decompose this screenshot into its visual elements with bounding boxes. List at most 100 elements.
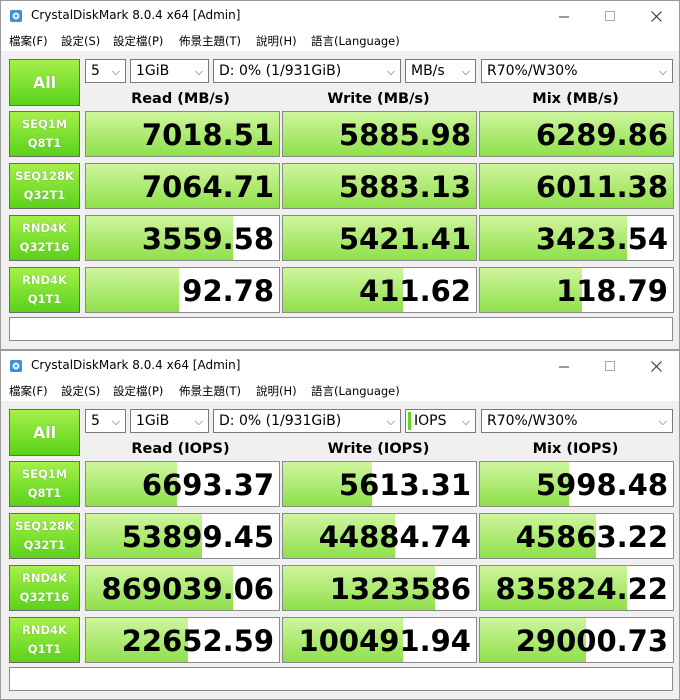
result-value: 6289.86 <box>535 118 668 152</box>
read-header: Read (IOPS) <box>131 441 230 457</box>
test-button-seq1m[interactable]: SEQ1M Q8T1 <box>9 461 80 507</box>
mix-ratio-select[interactable]: R70%/W30% ⌵ <box>481 59 673 83</box>
chevron-down-icon: ⌵ <box>658 65 667 78</box>
drive-value: D: 0% (1/931GiB) <box>219 413 342 429</box>
menu-language[interactable]: 語言(Language) <box>311 383 400 399</box>
mix-result-cell: 29000.73 <box>479 617 674 663</box>
close-icon <box>650 360 662 372</box>
maximize-button[interactable] <box>587 351 633 381</box>
unit-select[interactable]: MB/s ⌵ <box>405 59 476 83</box>
menu-settings[interactable]: 設定(S) <box>61 33 100 49</box>
read-result-cell: 6693.37 <box>85 461 280 507</box>
window-title: CrystalDiskMark 8.0.4 x64 [Admin] <box>31 8 241 22</box>
minimize-button[interactable] <box>541 1 587 31</box>
title-bar[interactable]: CrystalDiskMark 8.0.4 x64 [Admin] <box>1 1 679 31</box>
menu-help[interactable]: 說明(H) <box>256 33 297 49</box>
result-value: 100491.94 <box>298 624 471 658</box>
test-size-select[interactable]: 1GiB ⌵ <box>130 59 209 83</box>
comment-field[interactable] <box>9 667 673 691</box>
result-value: 7064.71 <box>141 170 274 204</box>
unit-value: MB/s <box>411 63 445 79</box>
test-label-line1: SEQ1M <box>21 467 68 481</box>
drive-select[interactable]: D: 0% (1/931GiB) ⌵ <box>213 59 401 83</box>
test-button-rnd4k-q32t16[interactable]: RND4K Q32T16 <box>9 565 80 611</box>
menu-theme[interactable]: 佈景主題(T) <box>179 383 241 399</box>
read-result-cell: 869039.06 <box>85 565 280 611</box>
menu-file[interactable]: 檔案(F) <box>9 383 48 399</box>
result-value: 5421.41 <box>338 222 471 256</box>
result-value: 45863.22 <box>515 520 668 554</box>
result-value: 92.78 <box>182 274 274 308</box>
mix-result-cell: 835824.22 <box>479 565 674 611</box>
result-value: 3559.58 <box>141 222 274 256</box>
test-label-line1: SEQ128K <box>15 169 74 183</box>
menu-profile[interactable]: 設定檔(P) <box>113 383 163 399</box>
mix-ratio-select[interactable]: R70%/W30% ⌵ <box>481 409 673 433</box>
unit-select[interactable]: IOPS ⌵ <box>405 409 476 433</box>
result-value: 53899.45 <box>121 520 274 554</box>
menu-theme[interactable]: 佈景主題(T) <box>179 33 241 49</box>
test-button-rnd4k-q32t16[interactable]: RND4K Q32T16 <box>9 215 80 261</box>
mix-result-cell: 118.79 <box>479 267 674 313</box>
menu-bar: 檔案(F) 設定(S) 設定檔(P) 佈景主題(T) 說明(H) 語言(Lang… <box>1 31 679 51</box>
menu-file[interactable]: 檔案(F) <box>9 33 48 49</box>
write-result-cell: 411.62 <box>282 267 477 313</box>
test-button-seq1m[interactable]: SEQ1M Q8T1 <box>9 111 80 157</box>
test-count-select[interactable]: 5 ⌵ <box>85 409 126 433</box>
menu-bar: 檔案(F) 設定(S) 設定檔(P) 佈景主題(T) 說明(H) 語言(Lang… <box>1 381 679 401</box>
write-result-cell: 5421.41 <box>282 215 477 261</box>
chevron-down-icon: ⌵ <box>658 415 667 428</box>
write-result-cell: 5883.13 <box>282 163 477 209</box>
title-bar[interactable]: CrystalDiskMark 8.0.4 x64 [Admin] <box>1 351 679 381</box>
close-icon <box>650 10 662 22</box>
read-header: Read (MB/s) <box>131 91 230 107</box>
write-result-cell: 5613.31 <box>282 461 477 507</box>
all-button[interactable]: All <box>9 409 80 456</box>
mix-result-cell: 3423.54 <box>479 215 674 261</box>
result-value: 22652.59 <box>121 624 274 658</box>
benchmark-panel: All 5 ⌵ 1GiB ⌵ D: 0% (1/931GiB) ⌵ MB/s ⌵… <box>1 51 679 349</box>
close-button[interactable] <box>633 1 679 31</box>
minimize-icon <box>558 366 569 367</box>
test-count-select[interactable]: 5 ⌵ <box>85 59 126 83</box>
result-value: 411.62 <box>359 274 471 308</box>
test-label-line2: Q32T1 <box>23 188 66 202</box>
test-button-rnd4k-q1t1[interactable]: RND4K Q1T1 <box>9 617 80 663</box>
minimize-button[interactable] <box>541 351 587 381</box>
chevron-down-icon: ⌵ <box>461 65 470 78</box>
menu-help[interactable]: 說明(H) <box>256 383 297 399</box>
comment-field[interactable] <box>9 317 673 341</box>
test-label-line2: Q1T1 <box>27 642 62 656</box>
result-value: 44884.74 <box>318 520 471 554</box>
menu-settings[interactable]: 設定(S) <box>61 383 100 399</box>
chevron-down-icon: ⌵ <box>111 65 120 78</box>
result-value: 5883.13 <box>338 170 471 204</box>
test-button-seq128k[interactable]: SEQ128K Q32T1 <box>9 513 80 559</box>
write-result-cell: 100491.94 <box>282 617 477 663</box>
menu-profile[interactable]: 設定檔(P) <box>113 33 163 49</box>
benchmark-window-mbps: CrystalDiskMark 8.0.4 x64 [Admin] 檔案(F) … <box>0 0 680 350</box>
app-disk-icon <box>10 360 22 372</box>
result-value: 5885.98 <box>338 118 471 152</box>
drive-select[interactable]: D: 0% (1/931GiB) ⌵ <box>213 409 401 433</box>
maximize-button[interactable] <box>587 1 633 31</box>
chevron-down-icon: ⌵ <box>111 415 120 428</box>
write-header: Write (MB/s) <box>327 91 430 107</box>
test-button-seq128k[interactable]: SEQ128K Q32T1 <box>9 163 80 209</box>
menu-language[interactable]: 語言(Language) <box>311 33 400 49</box>
test-size-value: 1GiB <box>136 63 170 79</box>
test-label-line2: Q8T1 <box>27 136 62 150</box>
read-result-cell: 7064.71 <box>85 163 280 209</box>
window-title: CrystalDiskMark 8.0.4 x64 [Admin] <box>31 358 241 372</box>
test-button-rnd4k-q1t1[interactable]: RND4K Q1T1 <box>9 267 80 313</box>
mix-result-cell: 5998.48 <box>479 461 674 507</box>
drive-value: D: 0% (1/931GiB) <box>219 63 342 79</box>
test-size-select[interactable]: 1GiB ⌵ <box>130 409 209 433</box>
maximize-icon <box>604 10 615 21</box>
all-button[interactable]: All <box>9 59 80 106</box>
maximize-icon <box>604 360 615 371</box>
close-button[interactable] <box>633 351 679 381</box>
result-value: 3423.54 <box>535 222 668 256</box>
mix-ratio-value: R70%/W30% <box>487 413 578 429</box>
test-label-line1: RND4K <box>22 623 67 637</box>
